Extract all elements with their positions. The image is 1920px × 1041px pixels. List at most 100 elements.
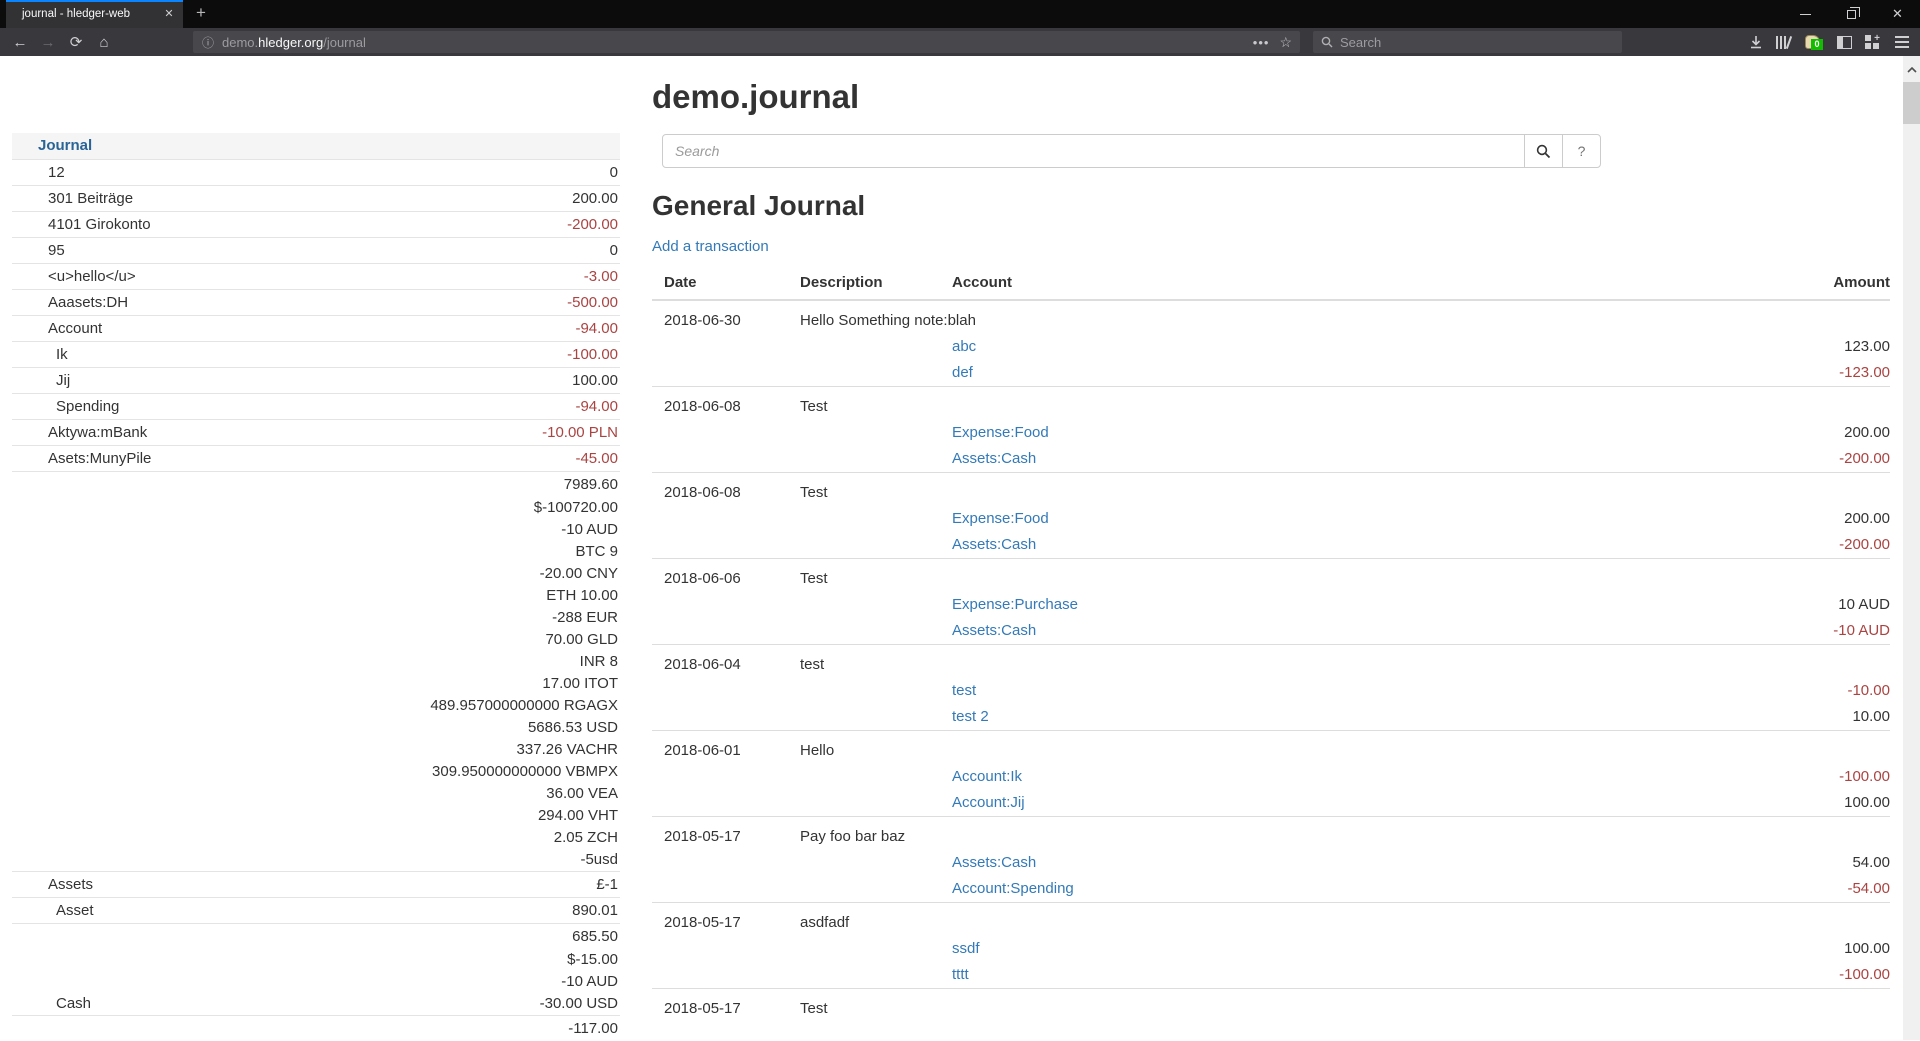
window-restore-button[interactable] [1829,0,1874,28]
sidebar-account-row: Aaasets:DH-500.00 [12,289,620,315]
journal-search-button[interactable] [1524,134,1563,168]
posting-account-link[interactable]: Expense:Food [952,510,1049,527]
transaction-date: 2018-06-04 [652,645,788,679]
posting-account-link[interactable]: def [952,364,973,381]
tab-close-icon[interactable]: ✕ [161,7,177,20]
browser-tab-bar: journal - hledger-web ✕ + ✕ [0,0,1920,28]
transaction-row: 2018-05-17Test [652,989,1890,1023]
browser-search-bar[interactable]: Search [1313,31,1622,53]
posting-amount: -100.00 [1670,962,1890,989]
window-close-button[interactable]: ✕ [1875,0,1920,28]
bookmark-star-icon[interactable]: ☆ [1279,34,1292,51]
sidebar-account-row: -20.00 CNY [12,563,620,585]
transaction-date: 2018-05-17 [652,989,788,1023]
sidebar-account-balance: 294.00 VHT [538,805,620,827]
posting-account-link[interactable]: ssdf [952,940,980,957]
transaction-description: Test [788,387,1670,421]
sidebar-account-link[interactable]: 95 [48,238,65,263]
forward-icon[interactable]: → [34,28,62,56]
posting-account-link[interactable]: Assets:Cash [952,536,1036,553]
posting-account-link[interactable]: Assets:Cash [952,854,1036,871]
posting-account-link[interactable]: test [952,682,976,699]
sidebar-account-row: 489.957000000000 RGAGX [12,695,620,717]
sidebar-account-row: INR 8 [12,651,620,673]
sidebar-account-link[interactable]: Ik [56,342,68,367]
sidebar-account-link[interactable]: Account [48,316,102,341]
search-help-button[interactable]: ? [1562,134,1601,168]
transaction-row: 2018-06-30Hello Something note:blah [652,300,1890,334]
posting-amount: 200.00 [1670,420,1890,446]
posting-account-link[interactable]: Expense:Food [952,424,1049,441]
transaction-row: 2018-06-08Test [652,387,1890,421]
sidebar-account-balance: -117.00 [568,1016,620,1041]
transaction-date: 2018-06-30 [652,300,788,334]
posting-account-link[interactable]: tttt [952,966,969,983]
transaction-date: 2018-06-08 [652,473,788,507]
sidebar-account-balance: 489.957000000000 RGAGX [430,695,620,717]
journal-link[interactable]: Journal [38,137,92,154]
back-icon[interactable]: ← [6,28,34,56]
search-placeholder: Search [1340,35,1381,50]
extension-icon[interactable]: 0 [1798,28,1826,56]
sidebar-account-row: Ik -100.00 [12,341,620,367]
site-info-icon[interactable]: ⓘ [202,34,214,51]
sidebar-toggle-icon[interactable] [1830,28,1858,56]
sidebar-account-row: 17.00 ITOT [12,673,620,695]
transaction-date: 2018-05-17 [652,817,788,851]
sidebar-account-balance: -100.00 [567,342,620,367]
home-icon[interactable]: ⌂ [90,28,118,56]
sidebar-account-link[interactable]: Aaasets:DH [48,290,128,315]
scroll-up-icon[interactable] [1903,62,1920,78]
sidebar-account-link[interactable]: Asset [56,898,94,923]
sidebar-account-link[interactable]: 4101 Girokonto [48,212,151,237]
posting-row: Expense:Purchase10 AUD [652,592,1890,618]
window-minimize-button[interactable] [1783,0,1828,28]
posting-amount: 54.00 [1670,850,1890,876]
posting-row: Account:Ik-100.00 [652,764,1890,790]
column-header-account: Account [940,266,1670,300]
sidebar-account-row: 294.00 VHT [12,805,620,827]
reload-icon[interactable]: ⟳ [62,28,90,56]
posting-row: Assets:Cash-200.00 [652,446,1890,473]
sidebar-account-link[interactable]: Aktywa:mBank [48,420,147,445]
posting-account-link[interactable]: Expense:Purchase [952,596,1078,613]
sidebar-account-link[interactable]: 301 Beiträge [48,186,133,211]
sidebar-account-link[interactable]: Asets:MunyPile [48,446,151,471]
new-tab-button[interactable]: + [190,3,212,23]
library-icon[interactable] [1770,28,1798,56]
sidebar-account-balance: -3.00 [584,264,620,289]
add-transaction-link[interactable]: Add a transaction [652,238,769,255]
posting-account-link[interactable]: test 2 [952,708,989,725]
sidebar-account-balance: 70.00 GLD [545,629,620,651]
sidebar-account-balance: 890.01 [572,898,620,923]
apps-grid-icon[interactable]: + [1858,28,1886,56]
posting-account-link[interactable]: abc [952,338,976,355]
posting-account-link[interactable]: Assets:Cash [952,450,1036,467]
transaction-date: 2018-06-08 [652,387,788,421]
posting-account-link[interactable]: Account:Jij [952,794,1025,811]
menu-icon[interactable] [1888,28,1916,56]
sidebar-account-link[interactable]: Assets [48,872,93,897]
posting-account-link[interactable]: Account:Spending [952,880,1074,897]
sidebar-account-row: $-15.00 [12,949,620,971]
address-bar[interactable]: ⓘ demo.hledger.org/journal ••• ☆ [193,31,1300,53]
journal-search-input[interactable] [662,134,1525,168]
sidebar-account-link[interactable]: <u>hello</u> [48,264,136,289]
sidebar-account-link[interactable]: Spending [56,394,119,419]
page-scrollbar[interactable] [1903,56,1920,1040]
page-actions-icon[interactable]: ••• [1253,35,1270,50]
scrollbar-thumb[interactable] [1903,82,1920,124]
sidebar-account-row: -5usd [12,849,620,871]
sidebar-account-link[interactable]: Cash [56,993,91,1015]
sidebar-account-row: 5686.53 USD [12,717,620,739]
sidebar-account-link[interactable]: Jij [56,368,70,393]
posting-account-link[interactable]: Assets:Cash [952,622,1036,639]
sidebar-account-row: -10 AUD [12,519,620,541]
sidebar-account-row: Asets:MunyPile-45.00 [12,445,620,471]
browser-tab[interactable]: journal - hledger-web ✕ [6,0,183,28]
sidebar-account-link[interactable]: 12 [48,160,65,185]
transaction-description: test [788,645,1670,679]
posting-account-link[interactable]: Account:Ik [952,768,1022,785]
download-icon[interactable] [1742,28,1770,56]
sidebar-account-balance: 337.26 VACHR [517,739,620,761]
